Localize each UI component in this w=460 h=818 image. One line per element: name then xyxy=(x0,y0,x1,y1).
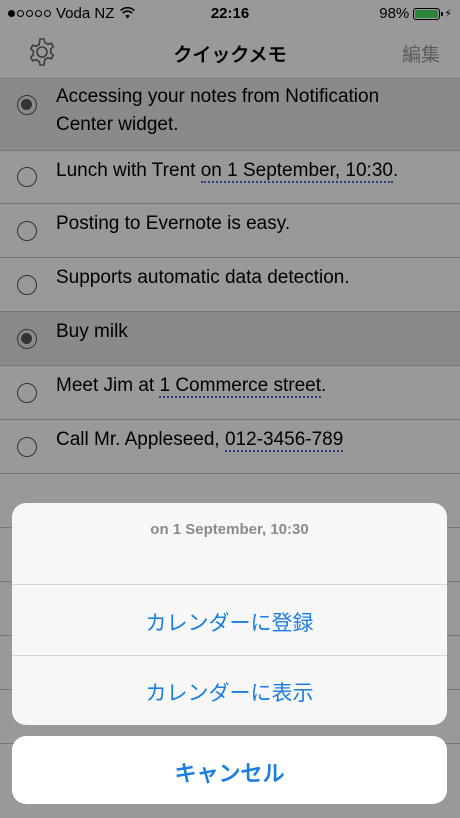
app-screen: Voda NZ 22:16 98% ⚡ クイックメモ 編集 Accessing … xyxy=(0,0,460,818)
action-sheet-title: on 1 September, 10:30 xyxy=(150,521,309,538)
cancel-label: キャンセル xyxy=(174,761,285,786)
action-sheet: on 1 September, 10:30 カレンダーに登録 カレンダーに表示 xyxy=(12,503,447,725)
show-in-calendar-button[interactable]: カレンダーに表示 xyxy=(12,677,447,707)
cancel-button[interactable]: キャンセル xyxy=(12,736,447,804)
add-to-calendar-button[interactable]: カレンダーに登録 xyxy=(12,607,447,637)
divider xyxy=(12,655,447,656)
divider xyxy=(12,584,447,585)
